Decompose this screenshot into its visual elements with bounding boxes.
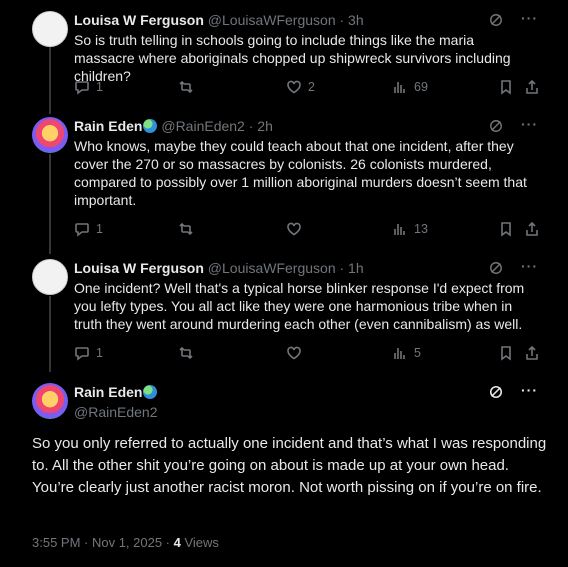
avatar[interactable] [32, 117, 68, 153]
timestamp[interactable]: 3:55 PM · Nov 1, 2025 · [32, 535, 174, 550]
retweet-button[interactable] [178, 221, 200, 237]
author-name[interactable]: Rain Eden [74, 118, 142, 134]
reply-button[interactable]: 1 [74, 79, 103, 95]
like-button[interactable] [286, 345, 308, 361]
author-name[interactable]: Louisa W Ferguson [74, 12, 204, 28]
share-icon [526, 79, 538, 94]
retweet-button[interactable] [178, 345, 200, 361]
bookmark-icon [501, 80, 511, 95]
tweet[interactable]: Louisa W Ferguson @LouisaWFerguson · 1h … [0, 259, 568, 369]
globe-emoji-icon [143, 385, 158, 399]
retweet-button[interactable] [178, 79, 200, 95]
more-icon[interactable]: ··· [521, 259, 538, 275]
grok-icon[interactable] [489, 385, 503, 399]
tweet-text: One incident? Well that's a typical hors… [74, 280, 525, 332]
reply-icon [75, 347, 89, 361]
reply-button[interactable]: 1 [74, 345, 103, 361]
share-icon [526, 221, 538, 236]
author-handle[interactable]: @LouisaWFerguson [208, 12, 336, 28]
author-handle[interactable]: @RainEden2 [161, 118, 245, 134]
views-button[interactable]: 5 [392, 345, 421, 361]
bookmark-icon [501, 346, 511, 361]
tweet[interactable]: Rain Eden @RainEden2 · 2h ··· Who knows,… [0, 117, 568, 247]
like-button[interactable] [286, 221, 308, 237]
views-icon [394, 348, 405, 359]
like-button[interactable]: 2 [286, 79, 315, 95]
focal-tweet: Rain Eden @RainEden2 ··· So you only ref… [0, 383, 568, 558]
bookmark-button[interactable] [498, 79, 514, 95]
reply-icon [75, 81, 89, 95]
tweet-actions: 1 13 [74, 221, 544, 241]
reply-button[interactable]: 1 [74, 221, 103, 237]
timestamp[interactable]: · 3h [340, 12, 364, 28]
author-name[interactable]: Rain Eden [74, 383, 158, 401]
views-label: Views [180, 535, 219, 550]
avatar[interactable] [32, 383, 68, 419]
retweet-icon [179, 222, 193, 236]
reply-count: 1 [96, 346, 103, 360]
grok-icon[interactable] [489, 13, 503, 27]
tweet-actions: 1 2 69 [74, 79, 544, 99]
share-button[interactable] [524, 79, 540, 95]
tweet-text: So you only referred to actually one inc… [32, 435, 547, 496]
share-button[interactable] [524, 221, 540, 237]
tweet-header: Louisa W Ferguson @LouisaWFerguson · 3h [74, 11, 364, 29]
author-handle[interactable]: @LouisaWFerguson [208, 260, 336, 276]
globe-emoji-icon [143, 119, 158, 133]
timestamp[interactable]: · 2h [249, 118, 273, 134]
bookmark-icon [501, 222, 511, 237]
views-count: 69 [414, 80, 428, 94]
reply-count: 1 [96, 80, 103, 94]
grok-icon[interactable] [489, 261, 503, 275]
timestamp[interactable]: · 1h [340, 260, 364, 276]
author-handle[interactable]: @RainEden2 [74, 403, 158, 421]
bookmark-button[interactable] [498, 345, 514, 361]
tweet-meta: 3:55 PM · Nov 1, 2025 · 4 Views [32, 535, 219, 550]
tweet-text: So is truth telling in schools going to … [74, 32, 511, 84]
more-icon[interactable]: ··· [521, 11, 538, 27]
views-button[interactable]: 69 [392, 79, 428, 95]
views-count: 13 [414, 222, 428, 236]
reply-count: 1 [96, 222, 103, 236]
bookmark-button[interactable] [498, 221, 514, 237]
avatar[interactable] [32, 11, 68, 47]
reply-icon [75, 223, 89, 237]
like-icon [287, 346, 301, 360]
avatar[interactable] [32, 259, 68, 295]
views-count: 4 [173, 535, 181, 550]
like-icon [287, 222, 301, 236]
views-count: 5 [414, 346, 421, 360]
tweet-actions: 1 5 [74, 345, 544, 365]
tweet-header: Louisa W Ferguson @LouisaWFerguson · 1h [74, 259, 364, 277]
views-button[interactable]: 13 [392, 221, 428, 237]
more-icon[interactable]: ··· [521, 117, 538, 133]
retweet-icon [179, 346, 193, 360]
tweet[interactable]: Louisa W Ferguson @LouisaWFerguson · 3h … [0, 11, 568, 101]
like-icon [287, 80, 301, 94]
grok-icon[interactable] [489, 119, 503, 133]
tweet-text: Who knows, maybe they could teach about … [74, 138, 527, 208]
views-icon [394, 224, 405, 235]
share-icon [526, 345, 538, 360]
views-icon [394, 82, 405, 93]
more-icon[interactable]: ··· [521, 383, 538, 399]
tweet-header: Rain Eden @RainEden2 · 2h [74, 117, 273, 135]
share-button[interactable] [524, 345, 540, 361]
like-count: 2 [308, 80, 315, 94]
author-name[interactable]: Louisa W Ferguson [74, 260, 204, 276]
retweet-icon [179, 80, 193, 94]
